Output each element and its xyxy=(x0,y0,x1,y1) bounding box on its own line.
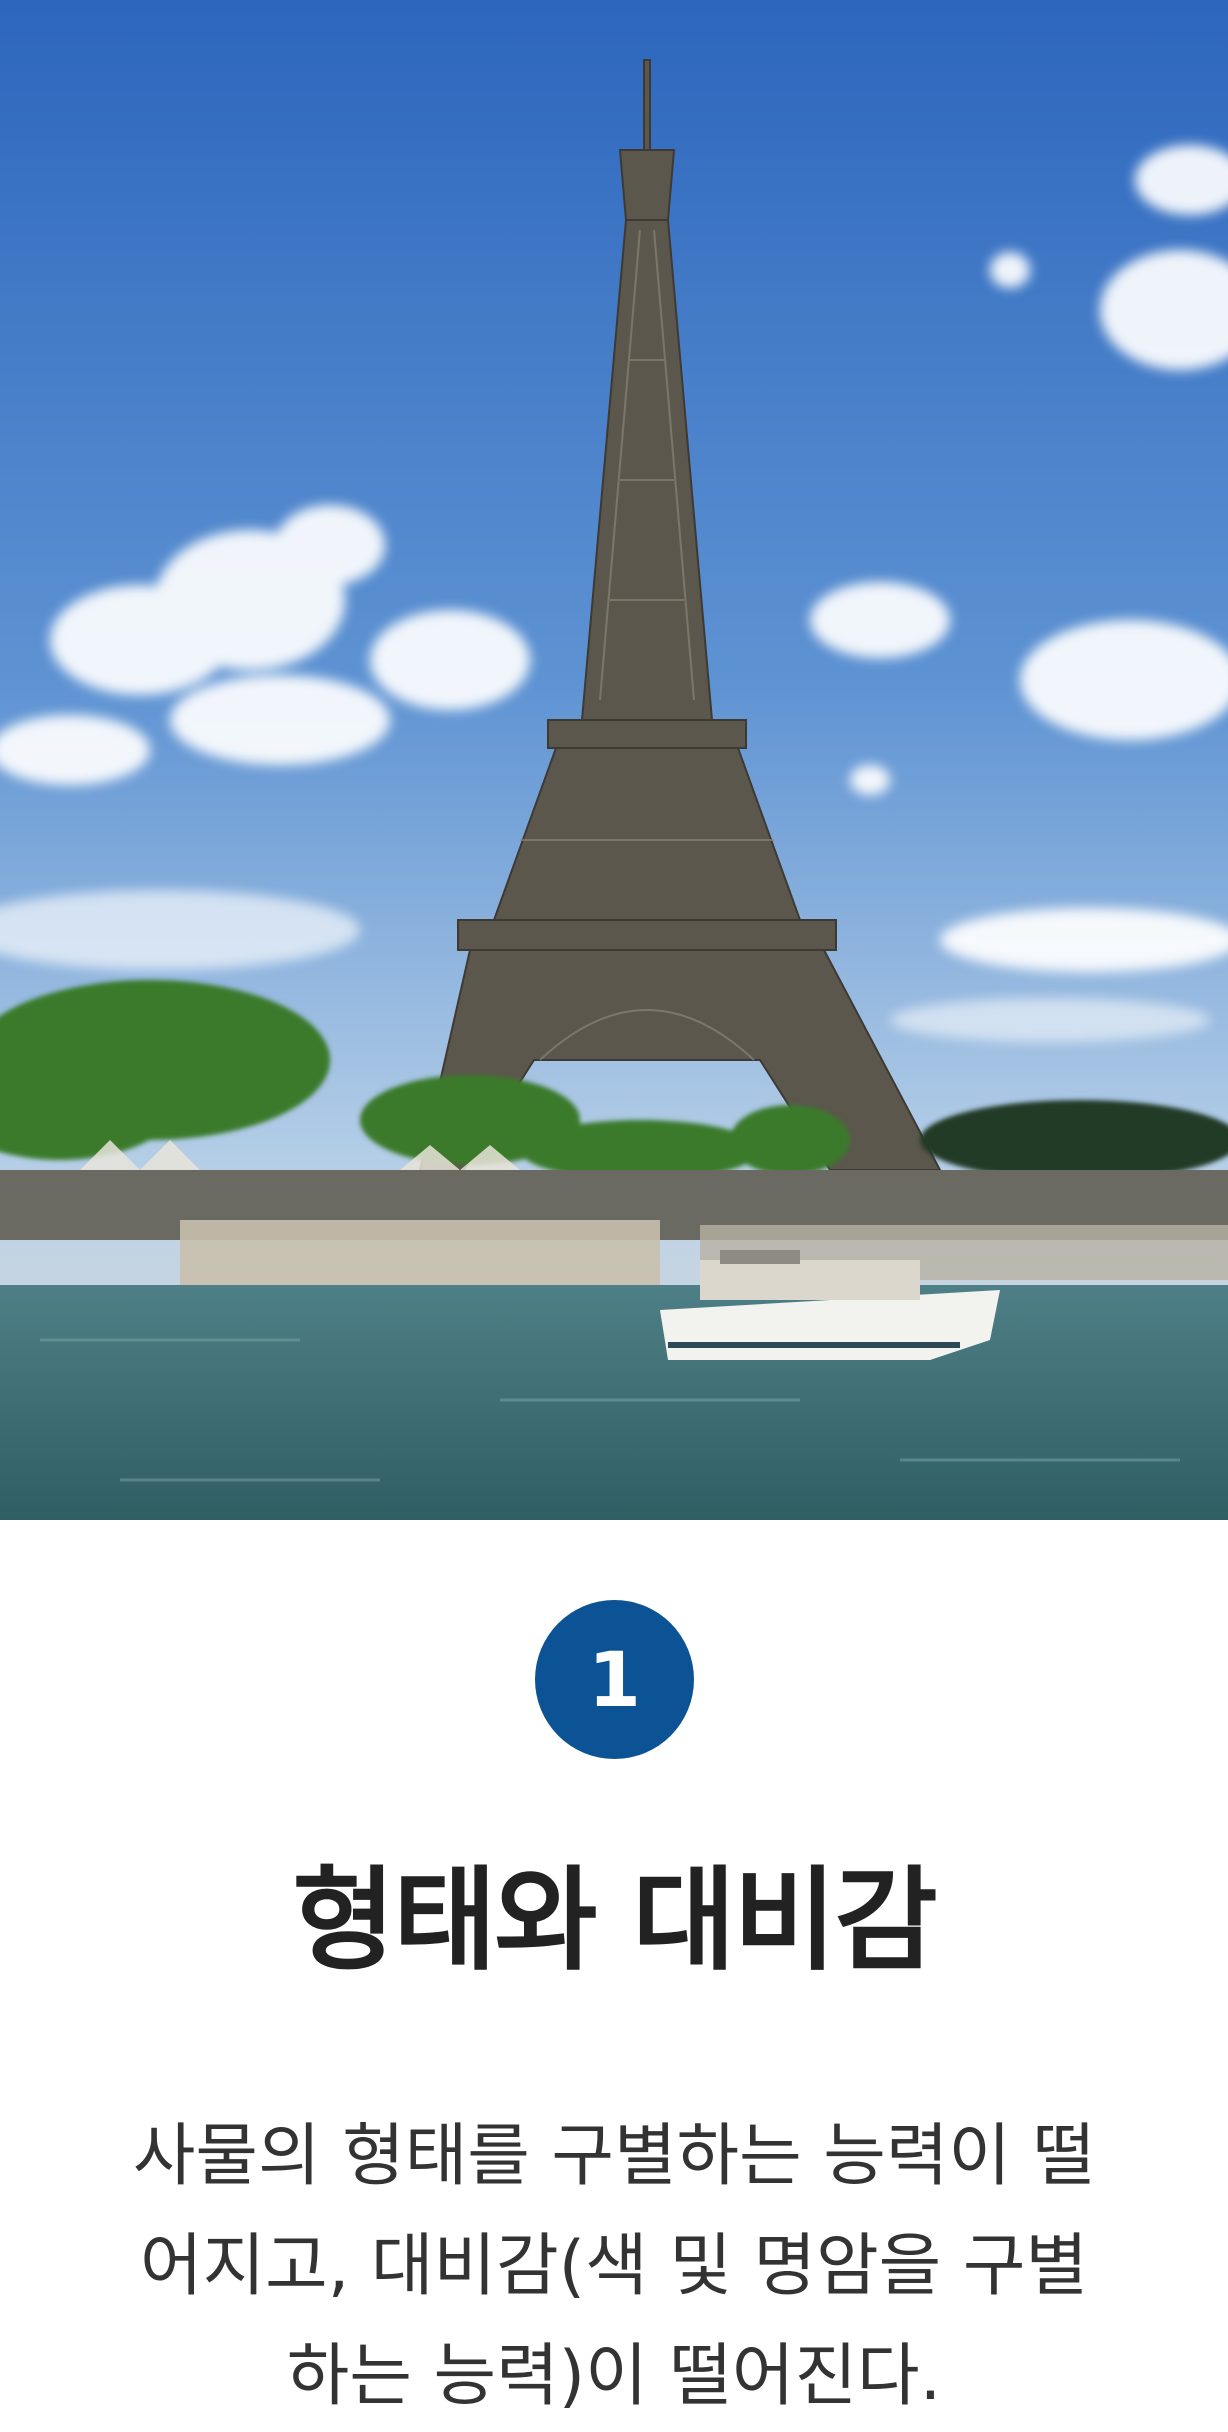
content-section: 1 형태와 대비감 사물의 형태를 구별하는 능력이 떨어지고, 대비감(색 및… xyxy=(0,1520,1228,2416)
section-description: 사물의 형태를 구별하는 능력이 떨어지고, 대비감(색 및 명암을 구별하는 … xyxy=(132,2117,1096,2416)
section-title: 형태와 대비감 xyxy=(292,1856,937,1986)
step-number-badge: 1 xyxy=(535,1600,694,1759)
moored-barge xyxy=(180,1220,660,1290)
step-number: 1 xyxy=(588,1634,641,1724)
eiffel-tower-photo xyxy=(0,0,1228,1520)
river-seine xyxy=(0,1285,1228,1520)
hero-image xyxy=(0,0,1228,1520)
